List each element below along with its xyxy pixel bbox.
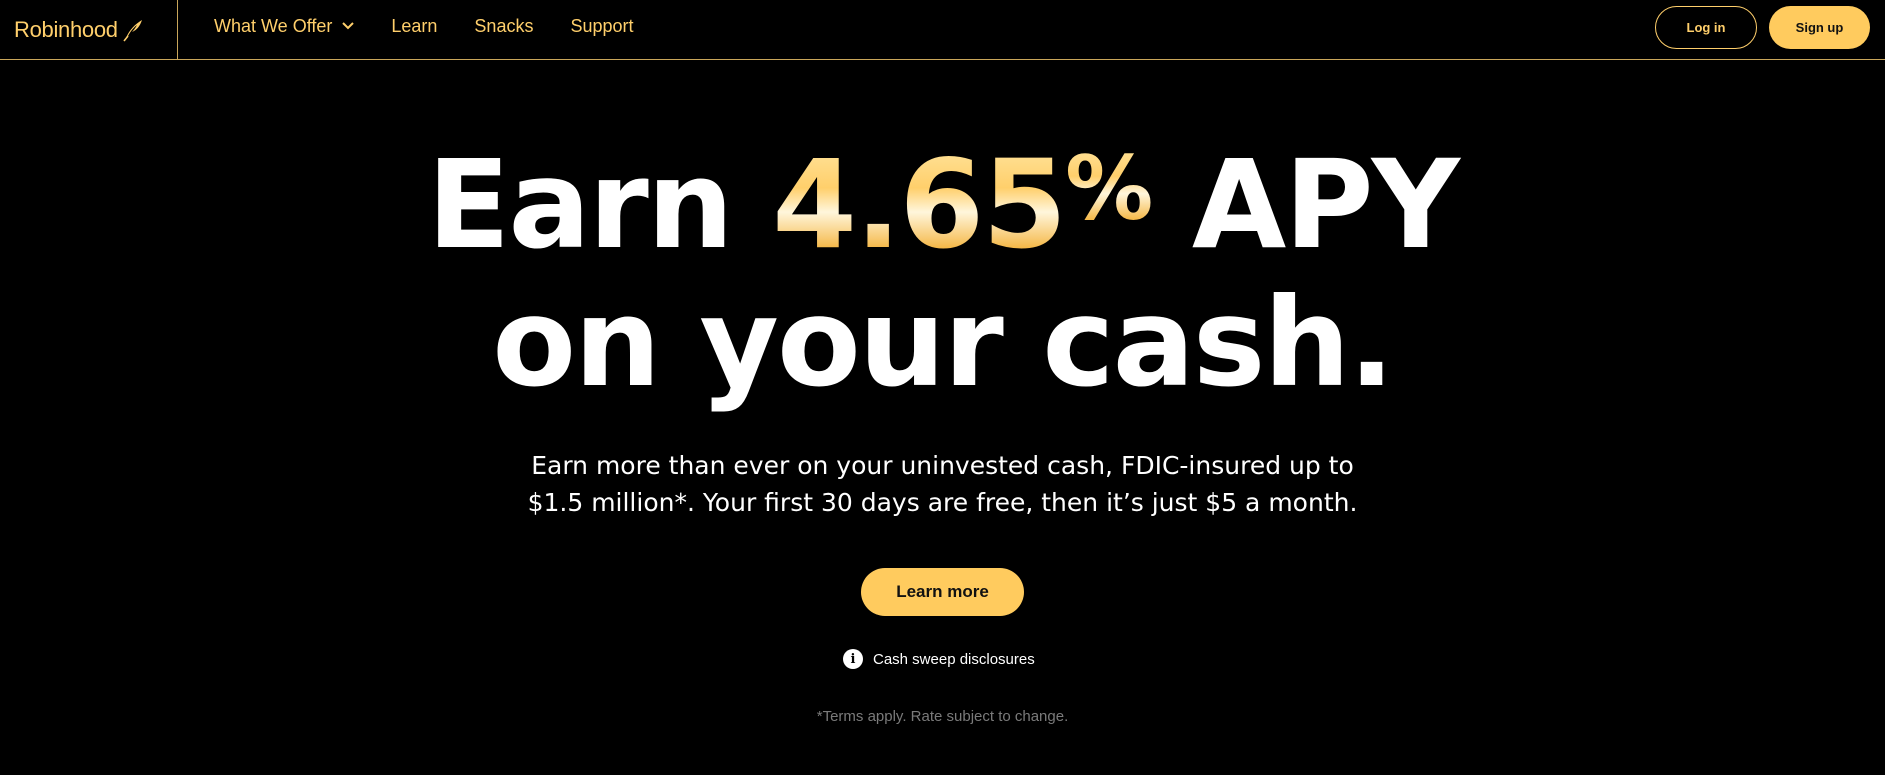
headline-line-2: on your cash. — [492, 272, 1394, 414]
subtext-line-1: Earn more than ever on your uninvested c… — [531, 451, 1354, 480]
nav-item-snacks[interactable]: Snacks — [474, 16, 533, 37]
nav-item-label: What We Offer — [214, 15, 333, 36]
nav-item-label: Learn — [391, 15, 438, 36]
learn-more-button[interactable]: Learn more — [861, 568, 1024, 616]
info-icon: i — [843, 649, 863, 669]
brand-name: Robinhood — [14, 16, 118, 42]
signup-button[interactable]: Sign up — [1769, 6, 1870, 49]
headline-line-1: Earn 4.65% APY — [0, 120, 1885, 274]
subtext-line-2: $1.5 million*. Your first 30 days are fr… — [527, 488, 1358, 517]
nav-item-learn[interactable]: Learn — [391, 16, 437, 37]
feather-icon — [122, 18, 144, 42]
hero-subtext: Earn more than ever on your uninvested c… — [0, 447, 1885, 521]
nav-item-what-we-offer[interactable]: What We Offer — [214, 15, 355, 37]
login-button[interactable]: Log in — [1655, 6, 1757, 49]
nav-item-support[interactable]: Support — [570, 16, 633, 37]
main-nav: What We Offer Learn Snacks Support — [214, 0, 671, 52]
apy-rate-symbol: % — [1065, 137, 1153, 240]
disclosure-label: Cash sweep disclosures — [873, 650, 1035, 668]
nav-item-label: Support — [570, 15, 634, 36]
headline-suffix: APY — [1151, 134, 1460, 276]
cash-sweep-disclosures-link[interactable]: i Cash sweep disclosures — [843, 648, 1035, 670]
terms-note: *Terms apply. Rate subject to change. — [816, 708, 1069, 725]
hero-headline: Earn 4.65% APY on your cash. — [0, 120, 1885, 412]
apy-rate: 4.65% — [772, 120, 1153, 276]
nav-item-label: Snacks — [474, 15, 534, 36]
headline-prefix: Earn — [426, 134, 773, 276]
chevron-down-icon — [342, 22, 355, 30]
top-nav: Robinhood What We Offer Learn Snacks Sup… — [0, 0, 1885, 60]
apy-rate-value: 4.65 — [772, 134, 1067, 276]
brand-logo[interactable]: Robinhood — [0, 0, 178, 59]
